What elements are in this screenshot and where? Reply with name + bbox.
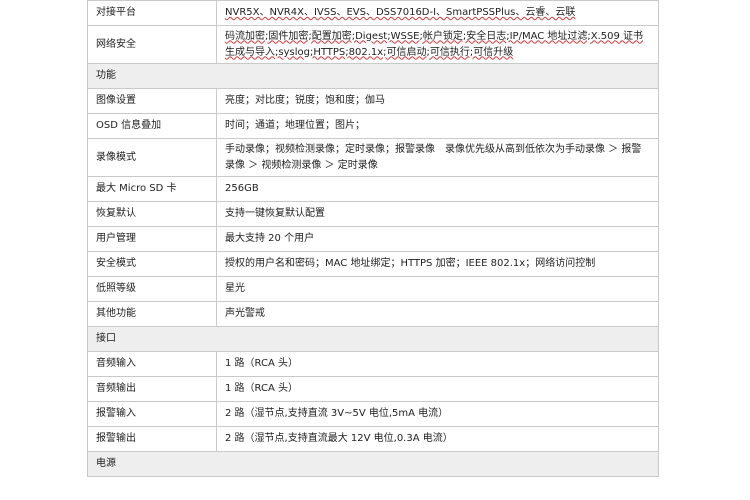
spec-key: 其他功能 <box>87 301 217 327</box>
spec-key: 网络安全 <box>87 25 217 64</box>
spec-value: 时间；通道；地理位置；图片； <box>216 113 659 139</box>
spec-key: 安全模式 <box>87 251 217 277</box>
table-row: 用户管理 最大支持 20 个用户 <box>87 226 659 252</box>
spec-value: 1 路（RCA 头） <box>216 351 659 377</box>
spec-value: 手动录像；视频检测录像；定时录像；报警录像 录像优先级从高到低依次为手动录像 ＞… <box>216 138 659 177</box>
spec-value: 支持一键恢复默认配置 <box>216 201 659 227</box>
table-row: 音频输出 1 路（RCA 头） <box>87 376 659 402</box>
spec-value: 2 路（湿节点,支持直流最大 12V 电位,0.3A 电流） <box>216 426 659 452</box>
spec-value-text: 码流加密;固件加密;配置加密;Digest;WSSE;帐户锁定;安全日志;IP/… <box>225 30 644 58</box>
spec-key: 最大 Micro SD 卡 <box>87 176 217 202</box>
section-title: 功能 <box>87 63 659 89</box>
table-row: 低照等级 星光 <box>87 276 659 302</box>
section-header-row: 接口 <box>87 326 659 352</box>
spec-key: 图像设置 <box>87 88 217 114</box>
spec-key: OSD 信息叠加 <box>87 113 217 139</box>
spec-value: 2 路（湿节点,支持直流 3V~5V 电位,5mA 电流） <box>216 401 659 427</box>
spec-key: 对接平台 <box>87 0 217 26</box>
table-row: 安全模式 授权的用户名和密码；MAC 地址绑定；HTTPS 加密；IEEE 80… <box>87 251 659 277</box>
spec-value: 256GB <box>216 176 659 202</box>
section-header-row: 电源 <box>87 451 659 477</box>
table-row: 对接平台 NVR5X、NVR4X、IVSS、EVS、DSS7016D-I、Sma… <box>87 0 659 26</box>
spec-key: 音频输入 <box>87 351 217 377</box>
table-row: 网络安全 码流加密;固件加密;配置加密;Digest;WSSE;帐户锁定;安全日… <box>87 25 659 64</box>
spec-value-text: NVR5X、NVR4X、IVSS、EVS、DSS7016D-I、SmartPSS… <box>225 7 576 18</box>
table-row: 报警输入 2 路（湿节点,支持直流 3V~5V 电位,5mA 电流） <box>87 401 659 427</box>
table-row: 恢复默认 支持一键恢复默认配置 <box>87 201 659 227</box>
spec-table: 对接平台 NVR5X、NVR4X、IVSS、EVS、DSS7016D-I、Sma… <box>87 0 659 477</box>
table-row: 报警输出 2 路（湿节点,支持直流最大 12V 电位,0.3A 电流） <box>87 426 659 452</box>
section-title: 接口 <box>87 326 659 352</box>
spec-key: 用户管理 <box>87 226 217 252</box>
spec-value: 最大支持 20 个用户 <box>216 226 659 252</box>
spec-key: 音频输出 <box>87 376 217 402</box>
table-row: 其他功能 声光警戒 <box>87 301 659 327</box>
spec-key: 恢复默认 <box>87 201 217 227</box>
spec-key: 报警输出 <box>87 426 217 452</box>
section-title: 电源 <box>87 451 659 477</box>
spec-value: 声光警戒 <box>216 301 659 327</box>
spec-value: 授权的用户名和密码；MAC 地址绑定；HTTPS 加密；IEEE 802.1x；… <box>216 251 659 277</box>
spec-value: 码流加密;固件加密;配置加密;Digest;WSSE;帐户锁定;安全日志;IP/… <box>216 25 659 64</box>
spec-value: 亮度；对比度；锐度；饱和度；伽马 <box>216 88 659 114</box>
spec-key: 录像模式 <box>87 138 217 177</box>
table-row: 录像模式 手动录像；视频检测录像；定时录像；报警录像 录像优先级从高到低依次为手… <box>87 138 659 177</box>
spec-value: NVR5X、NVR4X、IVSS、EVS、DSS7016D-I、SmartPSS… <box>216 0 659 26</box>
spec-value: 星光 <box>216 276 659 302</box>
spec-key: 报警输入 <box>87 401 217 427</box>
section-header-row: 功能 <box>87 63 659 89</box>
table-row: 最大 Micro SD 卡 256GB <box>87 176 659 202</box>
table-row: 图像设置 亮度；对比度；锐度；饱和度；伽马 <box>87 88 659 114</box>
table-row: OSD 信息叠加 时间；通道；地理位置；图片； <box>87 113 659 139</box>
table-row: 音频输入 1 路（RCA 头） <box>87 351 659 377</box>
spec-value: 1 路（RCA 头） <box>216 376 659 402</box>
spec-key: 低照等级 <box>87 276 217 302</box>
